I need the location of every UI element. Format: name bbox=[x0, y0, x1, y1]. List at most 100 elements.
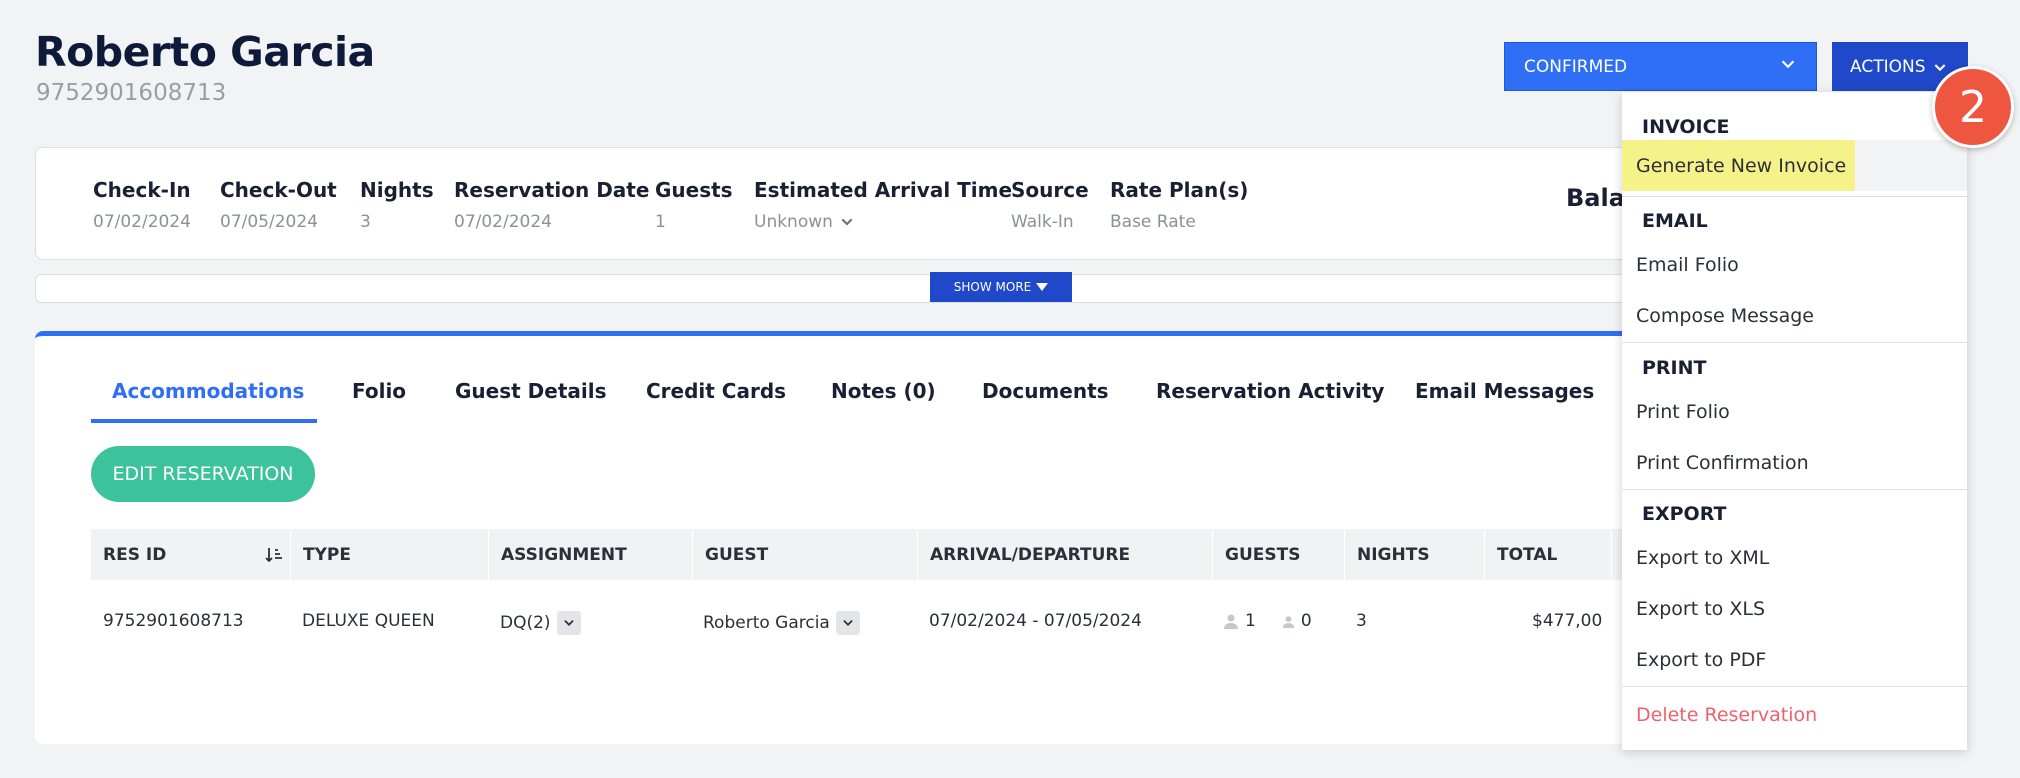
reservation-id: 9752901608713 bbox=[36, 80, 227, 106]
menu-item-print-folio[interactable]: Print Folio bbox=[1622, 386, 1967, 437]
assignment-value: DQ(2) bbox=[500, 613, 551, 633]
divider bbox=[1622, 489, 1967, 490]
guest-name: Roberto Garcia bbox=[35, 28, 375, 76]
column-header-total[interactable]: TOTAL bbox=[1485, 529, 1612, 580]
assignment-dropdown[interactable] bbox=[556, 611, 581, 635]
check-out-value: 07/05/2024 bbox=[220, 212, 318, 232]
rate-plan-field: Rate Plan(s) Base Rate bbox=[1110, 178, 1248, 232]
show-more-bar bbox=[35, 274, 1675, 303]
actions-menu: INVOICE Generate New Invoice EMAIL Email… bbox=[1622, 92, 1967, 750]
show-more-label: SHOW MORE bbox=[953, 280, 1032, 294]
guest-cell: Roberto Garcia bbox=[703, 611, 860, 635]
show-more-button[interactable]: SHOW MORE bbox=[930, 272, 1072, 302]
check-out-label: Check-Out bbox=[220, 178, 337, 202]
nights-cell: 3 bbox=[1356, 611, 1367, 631]
tab-bar: Accommodations Folio Guest Details Credi… bbox=[35, 336, 1675, 430]
column-header-type[interactable]: TYPE bbox=[291, 529, 489, 580]
invoice-section-header: INVOICE bbox=[1642, 116, 1730, 138]
type-cell: DELUXE QUEEN bbox=[302, 611, 435, 631]
eta-label: Estimated Arrival Time bbox=[754, 178, 1013, 202]
menu-item-export-xls[interactable]: Export to XLS bbox=[1622, 583, 1967, 634]
menu-item-export-xml[interactable]: Export to XML bbox=[1622, 532, 1967, 583]
caret-down-icon bbox=[1036, 283, 1049, 291]
sort-icon[interactable] bbox=[264, 545, 284, 565]
rate-plan-label: Rate Plan(s) bbox=[1110, 178, 1249, 202]
reservation-summary-card: Check-In 07/02/2024 Check-Out 07/05/2024… bbox=[35, 147, 1675, 260]
column-header-guest[interactable]: GUEST bbox=[693, 529, 918, 580]
status-select[interactable]: CONFIRMED bbox=[1504, 42, 1817, 91]
balance-label: Bala bbox=[1566, 184, 1625, 212]
source-field: Source Walk-In bbox=[1011, 178, 1089, 232]
divider bbox=[1622, 342, 1967, 343]
eta-dropdown[interactable]: Unknown bbox=[754, 212, 1012, 232]
email-section-header: EMAIL bbox=[1642, 210, 1708, 232]
tab-accommodations[interactable]: Accommodations bbox=[112, 379, 304, 403]
chevron-down-icon bbox=[841, 218, 853, 226]
guests-cell: 1 0 bbox=[1223, 611, 1312, 631]
adults-count: 1 bbox=[1245, 611, 1256, 631]
reservation-date-value: 07/02/2024 bbox=[454, 212, 552, 232]
total-cell: $477,00 bbox=[1532, 611, 1603, 631]
check-in-field: Check-In 07/02/2024 bbox=[93, 178, 191, 232]
edit-reservation-button[interactable]: EDIT RESERVATION bbox=[91, 446, 315, 502]
active-tab-indicator bbox=[91, 419, 317, 423]
source-value: Walk-In bbox=[1011, 212, 1074, 232]
rate-plan-value: Base Rate bbox=[1110, 212, 1196, 232]
export-section-header: EXPORT bbox=[1642, 503, 1727, 525]
source-label: Source bbox=[1011, 178, 1089, 202]
column-header-arrival-departure[interactable]: ARRIVAL/DEPARTURE bbox=[918, 529, 1213, 580]
menu-item-delete-reservation[interactable]: Delete Reservation bbox=[1622, 689, 1967, 740]
tab-credit-cards[interactable]: Credit Cards bbox=[646, 379, 786, 403]
reservation-date-field: Reservation Date 07/02/2024 bbox=[454, 178, 649, 232]
menu-item-compose-message[interactable]: Compose Message bbox=[1622, 290, 1967, 341]
column-header-assignment[interactable]: ASSIGNMENT bbox=[489, 529, 693, 580]
column-label: RES ID bbox=[103, 544, 167, 565]
nights-label: Nights bbox=[360, 178, 434, 202]
column-header-nights[interactable]: NIGHTS bbox=[1345, 529, 1485, 580]
guests-field: Guests 1 bbox=[655, 178, 733, 232]
step-number-badge: 2 bbox=[1932, 66, 2014, 148]
tab-email-messages[interactable]: Email Messages bbox=[1415, 379, 1594, 403]
guest-dropdown[interactable] bbox=[835, 611, 860, 635]
divider bbox=[1622, 196, 1967, 197]
nights-field: Nights 3 bbox=[360, 178, 434, 232]
menu-item-generate-invoice[interactable]: Generate New Invoice bbox=[1622, 140, 1855, 191]
children-count: 0 bbox=[1300, 611, 1312, 631]
reservation-date-label: Reservation Date bbox=[454, 178, 650, 202]
column-header-guests[interactable]: GUESTS bbox=[1213, 529, 1345, 580]
status-value: CONFIRMED bbox=[1524, 56, 1628, 77]
res-id-cell: 9752901608713 bbox=[103, 611, 244, 631]
child-icon bbox=[1282, 615, 1295, 628]
nights-value: 3 bbox=[360, 212, 371, 232]
check-out-field: Check-Out 07/05/2024 bbox=[220, 178, 337, 232]
menu-item-print-confirmation[interactable]: Print Confirmation bbox=[1622, 437, 1967, 488]
tab-folio[interactable]: Folio bbox=[352, 379, 406, 403]
chevron-down-icon bbox=[843, 620, 853, 626]
generate-invoice-label: Generate New Invoice bbox=[1636, 154, 1847, 177]
menu-item-hover-background bbox=[1855, 140, 1967, 191]
tab-reservation-activity[interactable]: Reservation Activity bbox=[1156, 379, 1384, 403]
assignment-cell: DQ(2) bbox=[500, 611, 581, 635]
reservation-details-card: Accommodations Folio Guest Details Credi… bbox=[35, 331, 1675, 744]
adult-icon bbox=[1224, 614, 1238, 629]
arrival-departure-cell: 07/02/2024 - 07/05/2024 bbox=[929, 611, 1142, 631]
check-in-label: Check-In bbox=[93, 178, 191, 202]
check-in-value: 07/02/2024 bbox=[93, 212, 191, 232]
guest-value[interactable]: Roberto Garcia bbox=[703, 613, 830, 633]
print-section-header: PRINT bbox=[1642, 357, 1707, 379]
column-header-res-id[interactable]: RES ID bbox=[91, 529, 291, 580]
eta-field: Estimated Arrival Time Unknown bbox=[754, 178, 1012, 232]
actions-label: ACTIONS bbox=[1850, 56, 1926, 77]
menu-item-export-pdf[interactable]: Export to PDF bbox=[1622, 634, 1967, 685]
chevron-down-icon bbox=[563, 620, 574, 626]
guests-label: Guests bbox=[655, 178, 733, 202]
chevron-down-icon bbox=[1781, 60, 1795, 69]
tab-notes[interactable]: Notes (0) bbox=[831, 379, 936, 403]
eta-value: Unknown bbox=[754, 212, 833, 232]
tab-guest-details[interactable]: Guest Details bbox=[455, 379, 606, 403]
tab-documents[interactable]: Documents bbox=[982, 379, 1109, 403]
table-header: RES ID TYPE ASSIGNMENT GUEST ARRIVAL/DEP… bbox=[91, 529, 1675, 580]
divider bbox=[1622, 686, 1967, 687]
guests-value: 1 bbox=[655, 212, 666, 232]
menu-item-email-folio[interactable]: Email Folio bbox=[1622, 239, 1967, 290]
